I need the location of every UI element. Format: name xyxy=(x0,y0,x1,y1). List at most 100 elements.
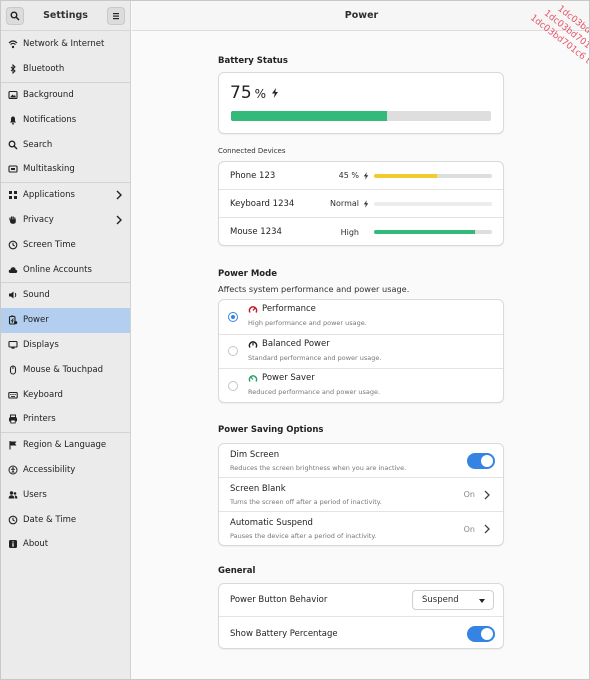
charging-bolt-icon xyxy=(363,171,369,180)
device-status: 45 % xyxy=(338,171,359,180)
radio-button[interactable] xyxy=(228,311,238,322)
hand-icon xyxy=(8,215,18,225)
sidebar-item-background[interactable]: Background xyxy=(1,83,130,108)
main-panel: Power 1dc03bd701c6 test v 1dc03bd701c6 t… xyxy=(132,1,589,679)
printer-icon xyxy=(8,414,18,424)
charging-bolt-icon xyxy=(363,199,369,208)
bell-icon xyxy=(8,115,18,125)
device-status: High xyxy=(340,227,359,237)
search-icon xyxy=(10,11,20,21)
toggle-knob xyxy=(481,627,493,640)
sidebar-item-network[interactable]: Network & Internet xyxy=(1,32,130,57)
power-button-behavior-title: Power Button Behavior xyxy=(230,595,328,605)
chevron-right-icon xyxy=(484,490,490,499)
show-battery-percentage-row: Show Battery Percentage xyxy=(219,617,503,650)
sidebar-item-notifications[interactable]: Notifications xyxy=(1,107,130,132)
sidebar: Settings Network & Internet Bluetooth Ba… xyxy=(1,1,131,679)
multitasking-icon xyxy=(8,164,18,174)
sidebar-item-bluetooth[interactable]: Bluetooth xyxy=(1,57,130,82)
search-button[interactable] xyxy=(6,6,24,25)
chevron-right-icon xyxy=(484,524,490,534)
sidebar-item-applications[interactable]: Applications xyxy=(1,183,130,208)
sidebar-item-date-time[interactable]: Date & Time xyxy=(1,507,130,532)
power-mode-card: Performance High performance and power u… xyxy=(218,299,504,403)
device-name: Mouse 1234 xyxy=(230,227,282,237)
option-label: Power Saver xyxy=(262,373,315,383)
sidebar-item-label: Sound xyxy=(23,290,50,301)
power-mode-option-performance[interactable]: Performance High performance and power u… xyxy=(219,300,503,335)
device-row: Keyboard 1234 Normal xyxy=(219,190,503,218)
sidebar-item-users[interactable]: Users xyxy=(1,482,130,507)
sidebar-item-power[interactable]: Power xyxy=(1,307,130,333)
sidebar-item-label: Applications xyxy=(23,190,75,201)
screen-blank-row[interactable]: Screen Blank Turns the screen off after … xyxy=(219,478,503,512)
speedometer-low-icon xyxy=(248,375,258,382)
watermark-stamp: 1dc03bd701c6 test v 1dc03bd701c6 test v … xyxy=(521,1,589,69)
sidebar-item-online-accounts[interactable]: Online Accounts xyxy=(1,257,130,282)
sidebar-item-search[interactable]: Search xyxy=(1,132,130,157)
sidebar-item-label: Notifications xyxy=(23,114,77,125)
bluetooth-icon xyxy=(8,64,18,75)
automatic-suspend-row[interactable]: Automatic Suspend Pauses the device afte… xyxy=(219,512,503,546)
sidebar-item-label: Search xyxy=(23,139,53,150)
general-title: General xyxy=(218,566,256,576)
show-battery-percentage-title: Show Battery Percentage xyxy=(230,628,338,639)
radio-button[interactable] xyxy=(228,381,238,392)
battery-percent: 75 xyxy=(230,83,252,103)
sidebar-item-label: Accessibility xyxy=(23,464,76,475)
option-label: Performance xyxy=(262,304,316,314)
dim-screen-toggle[interactable] xyxy=(467,452,495,469)
option-label: Balanced Power xyxy=(262,338,330,349)
device-level-bar xyxy=(374,173,492,178)
sidebar-item-printers[interactable]: Printers xyxy=(1,407,130,432)
sidebar-item-region-language[interactable]: Region & Language xyxy=(1,433,130,458)
sidebar-item-multitasking[interactable]: Multitasking xyxy=(1,157,130,182)
show-battery-percentage-toggle[interactable] xyxy=(467,625,495,642)
sidebar-item-displays[interactable]: Displays xyxy=(1,333,130,358)
device-level-fill xyxy=(374,230,476,234)
power-mode-title: Power Mode xyxy=(218,269,277,279)
battery-section-title: Battery Status xyxy=(218,56,288,66)
power-button-behavior-dropdown[interactable]: Suspend xyxy=(412,590,494,610)
sidebar-item-label: Region & Language xyxy=(23,440,107,451)
sidebar-item-label: Mouse & Touchpad xyxy=(23,364,104,375)
power-mode-option-balanced[interactable]: Balanced Power Standard performance and … xyxy=(219,335,503,369)
screen-blank-description: Turns the screen off after a period of i… xyxy=(230,498,382,506)
power-mode-option-saver[interactable]: Power Saver Reduced performance and powe… xyxy=(219,369,503,404)
sidebar-item-label: Power xyxy=(23,315,49,326)
device-name: Phone 123 xyxy=(230,170,276,181)
device-level-bar xyxy=(374,201,492,206)
dim-screen-row: Dim Screen Reduces the screen brightness… xyxy=(219,444,503,478)
sidebar-item-label: About xyxy=(23,539,49,550)
device-row: Mouse 1234 High xyxy=(219,218,503,246)
dropdown-value: Suspend xyxy=(422,595,459,605)
sidebar-item-keyboard[interactable]: Keyboard xyxy=(1,382,130,407)
chevron-right-icon xyxy=(116,190,122,200)
network-icon xyxy=(8,39,18,49)
devices-card: Phone 123 45 % Keyboard 1234 Normal Mous… xyxy=(218,161,504,246)
screen-blank-title: Screen Blank xyxy=(230,484,286,494)
sidebar-item-label: Multitasking xyxy=(23,164,75,175)
speedometer-high-icon xyxy=(248,306,258,313)
power-saving-card: Dim Screen Reduces the screen brightness… xyxy=(218,443,504,546)
charging-bolt-icon xyxy=(272,88,279,98)
sidebar-item-sound[interactable]: Sound xyxy=(1,283,130,308)
sidebar-item-label: Bluetooth xyxy=(23,64,65,75)
menu-button[interactable] xyxy=(107,6,125,25)
radio-button[interactable] xyxy=(228,346,238,357)
sidebar-item-privacy[interactable]: Privacy xyxy=(1,208,130,233)
toggle-knob xyxy=(481,454,493,467)
automatic-suspend-value: On xyxy=(463,524,475,534)
sidebar-item-about[interactable]: About xyxy=(1,532,130,557)
hamburger-icon xyxy=(113,12,119,19)
speedometer-mid-icon xyxy=(248,340,258,348)
chevron-right-icon xyxy=(116,215,122,225)
sidebar-item-label: Date & Time xyxy=(23,514,77,525)
sidebar-item-accessibility[interactable]: Accessibility xyxy=(1,458,130,483)
keyboard-icon xyxy=(8,390,18,400)
caret-down-icon xyxy=(479,599,485,603)
power-button-behavior-row: Power Button Behavior Suspend xyxy=(219,584,503,617)
sidebar-item-screen-time[interactable]: Screen Time xyxy=(1,232,130,257)
power-mode-subtitle: Affects system performance and power usa… xyxy=(218,284,410,294)
sidebar-item-mouse-touchpad[interactable]: Mouse & Touchpad xyxy=(1,357,130,382)
